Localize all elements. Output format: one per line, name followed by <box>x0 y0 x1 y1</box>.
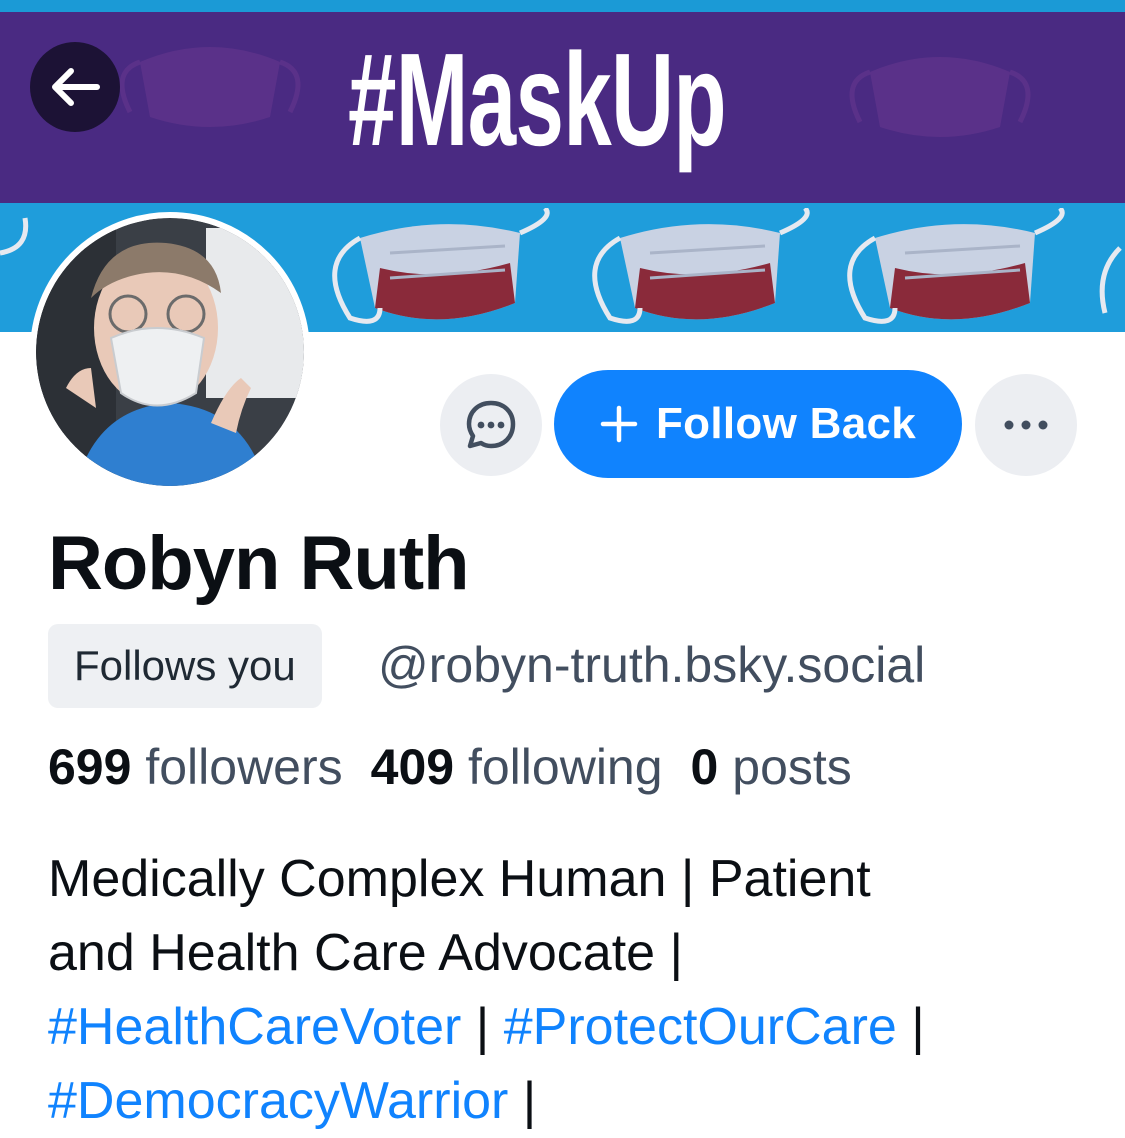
ellipsis-icon <box>1004 420 1048 430</box>
mask-decoration-icon <box>119 47 301 127</box>
banner-title: #MaskUp <box>348 26 727 173</box>
bio-line-2: and Health Care Advocate | <box>48 924 684 982</box>
follows-you-label: Follows you <box>74 642 296 689</box>
profile-stats: 699 followers 409 following 0 posts <box>48 738 852 796</box>
followers-count: 699 <box>48 739 132 795</box>
follows-you-badge: Follows you <box>48 624 322 708</box>
bio-separator: | <box>461 998 504 1056</box>
hashtag-healthcarevoter[interactable]: #HealthCareVoter <box>48 998 461 1056</box>
message-button[interactable] <box>440 374 542 476</box>
mask-decoration-icon <box>592 208 810 324</box>
bio-line-3: #HealthCareVoter | #ProtectOurCare | <box>48 990 1088 1064</box>
posts-label: posts <box>732 739 852 795</box>
avatar-photo <box>36 218 304 486</box>
followers-stat[interactable]: 699 followers <box>48 739 343 795</box>
back-button[interactable] <box>30 42 120 132</box>
bio-separator: | <box>508 1072 537 1130</box>
posts-count: 0 <box>690 739 719 795</box>
bio-line-1: Medically Complex Human | Patient <box>48 850 871 908</box>
display-name: Robyn Ruth <box>48 521 470 606</box>
posts-stat: 0 posts <box>691 739 852 795</box>
banner-top-strip <box>0 0 1125 12</box>
bio-separator: | <box>896 998 925 1056</box>
mask-decoration-icon <box>1099 246 1122 314</box>
bio-line-4: #DemocracyWarrior | <box>48 1064 1088 1138</box>
followers-label: followers <box>145 739 343 795</box>
chat-bubble-icon <box>466 400 516 449</box>
hashtag-democracywarrior[interactable]: #DemocracyWarrior <box>48 1072 508 1130</box>
arrow-left-icon <box>52 68 100 106</box>
user-handle[interactable]: @robyn-truth.bsky.social <box>378 636 925 694</box>
hashtag-protectourcare[interactable]: #ProtectOurCare <box>504 998 897 1056</box>
mask-decoration-icon <box>847 208 1065 324</box>
follow-back-button[interactable]: Follow Back <box>554 370 962 478</box>
avatar[interactable] <box>30 212 310 492</box>
plus-icon <box>600 405 638 443</box>
mask-decoration-icon <box>849 57 1031 137</box>
following-stat[interactable]: 409 following <box>371 739 663 795</box>
banner-purple-band: #MaskUp <box>0 12 1125 203</box>
following-label: following <box>467 739 663 795</box>
profile-bio: Medically Complex Human | Patient and He… <box>48 842 1088 1138</box>
follow-back-label: Follow Back <box>655 399 917 448</box>
mask-decoration-icon <box>332 208 550 324</box>
mask-decoration-icon <box>0 217 29 256</box>
more-options-button[interactable] <box>975 374 1077 476</box>
following-count: 409 <box>370 739 455 795</box>
